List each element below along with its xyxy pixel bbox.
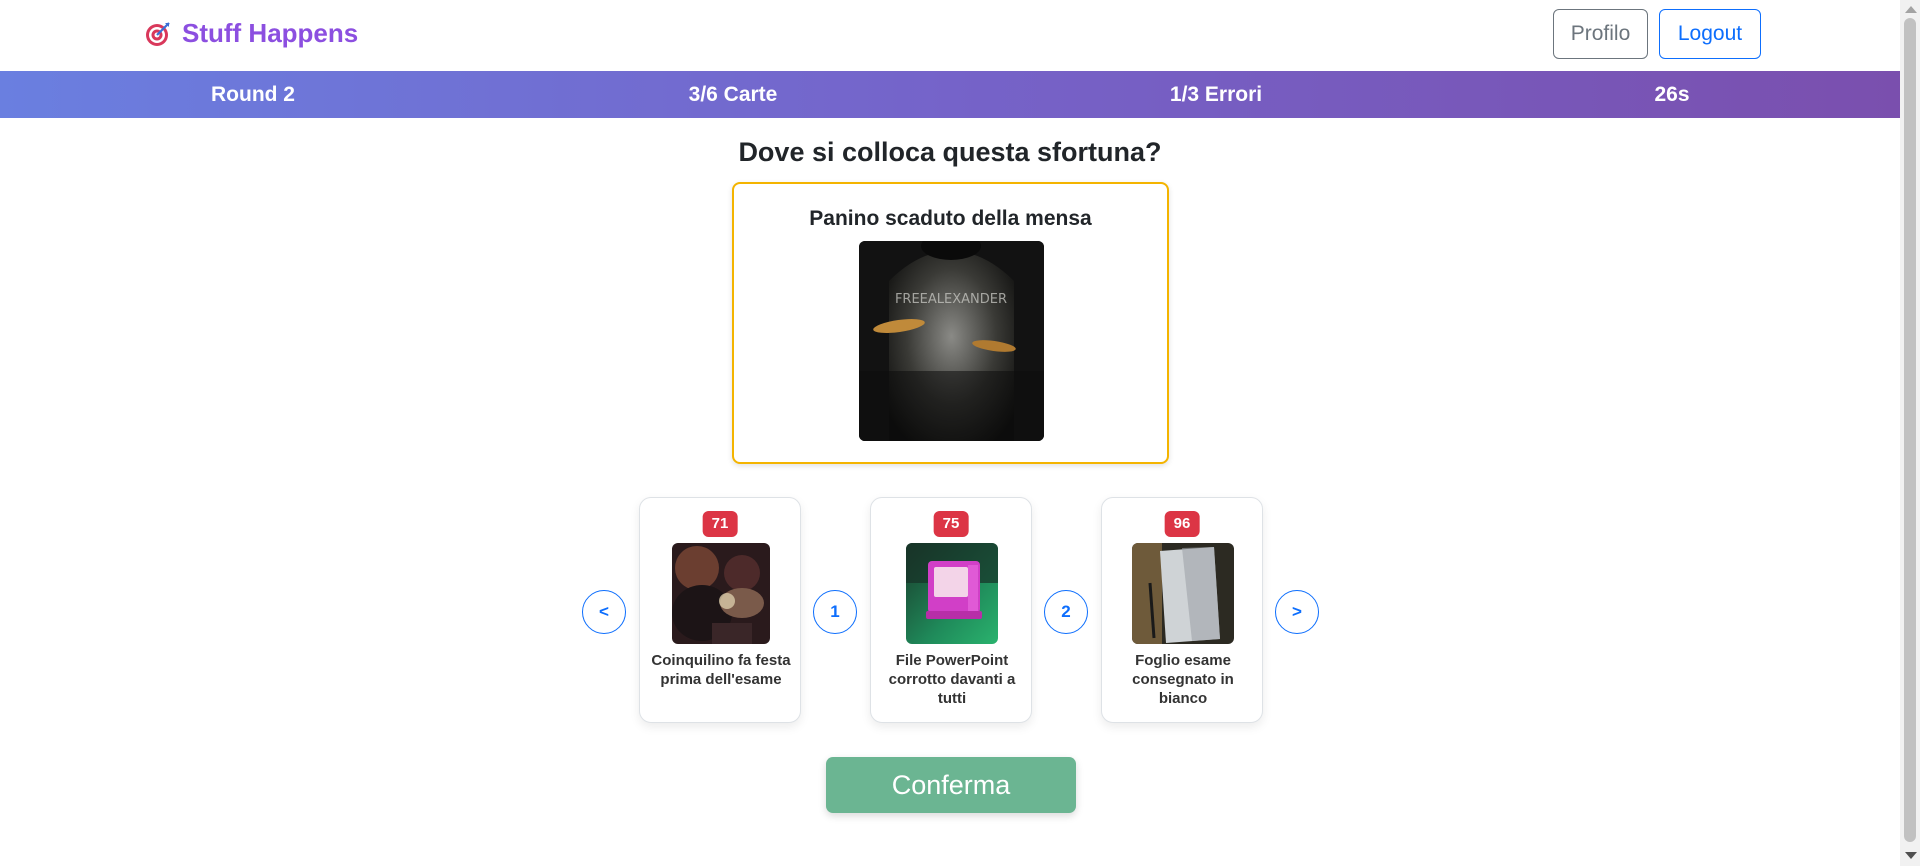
target-icon (146, 21, 170, 46)
game-status-bar: Round 2 3/6 Carte 1/3 Errori 26s (0, 71, 1900, 118)
party-photo (672, 543, 770, 644)
brand-name: Stuff Happens (182, 18, 359, 48)
position-1-button[interactable]: 1 (813, 590, 857, 634)
shirt-text: FREEALEXANDER (895, 292, 1007, 307)
current-card-title: Panino scaduto della mensa (809, 207, 1092, 230)
hand-card: 75 File PowerPoint corrotto davanti a tu… (870, 497, 1032, 723)
misfortune-index-badge: 71 (702, 511, 738, 537)
scroll-up-arrow-icon[interactable] (1905, 6, 1917, 13)
hand-card-label: File PowerPoint corrotto davanti a tutti (888, 652, 1016, 707)
timer: 26s (1654, 82, 1690, 106)
page-scrollbar[interactable] (1900, 0, 1920, 866)
logout-button[interactable]: Logout (1659, 9, 1761, 59)
retro-computer-photo (906, 543, 998, 644)
question-title: Dove si colloca questa sfortuna? (738, 137, 1162, 167)
hand-card: 71 Coinquilino fa festa prima dell'esame (639, 497, 801, 723)
scroll-down-arrow-icon[interactable] (1905, 852, 1917, 859)
position-prev-button[interactable]: < (582, 590, 626, 634)
misfortune-index-badge: 75 (933, 511, 969, 537)
hand-card-label: Foglio esame consegnato in bianco (1132, 652, 1234, 707)
current-card-image: FREEALEXANDER (859, 241, 1044, 441)
profile-button[interactable]: Profilo (1553, 9, 1648, 59)
errors-counter: 1/3 Errori (1169, 82, 1263, 106)
confirm-button[interactable]: Conferma (826, 757, 1076, 813)
position-next-button[interactable]: > (1275, 590, 1319, 634)
cards-counter: 3/6 Carte (688, 82, 778, 106)
hand-card-label: Coinquilino fa festa prima dell'esame (651, 652, 791, 688)
blank-paper-photo (1132, 543, 1234, 644)
scroll-thumb[interactable] (1904, 18, 1916, 842)
misfortune-index-badge: 96 (1164, 511, 1200, 537)
round-indicator: Round 2 (211, 82, 295, 106)
position-2-button[interactable]: 2 (1044, 590, 1088, 634)
navbar: Stuff Happens Profilo Logout (0, 0, 1900, 71)
hand-cards-row: < 71 Coinquilino fa festa prima dell'esa… (580, 497, 1320, 737)
current-card: Panino scaduto della mensa FREEALEXANDER (732, 182, 1169, 464)
hand-card: 96 Foglio esame consegnato in bianco (1101, 497, 1263, 723)
brand-link[interactable]: Stuff Happens (144, 18, 358, 49)
